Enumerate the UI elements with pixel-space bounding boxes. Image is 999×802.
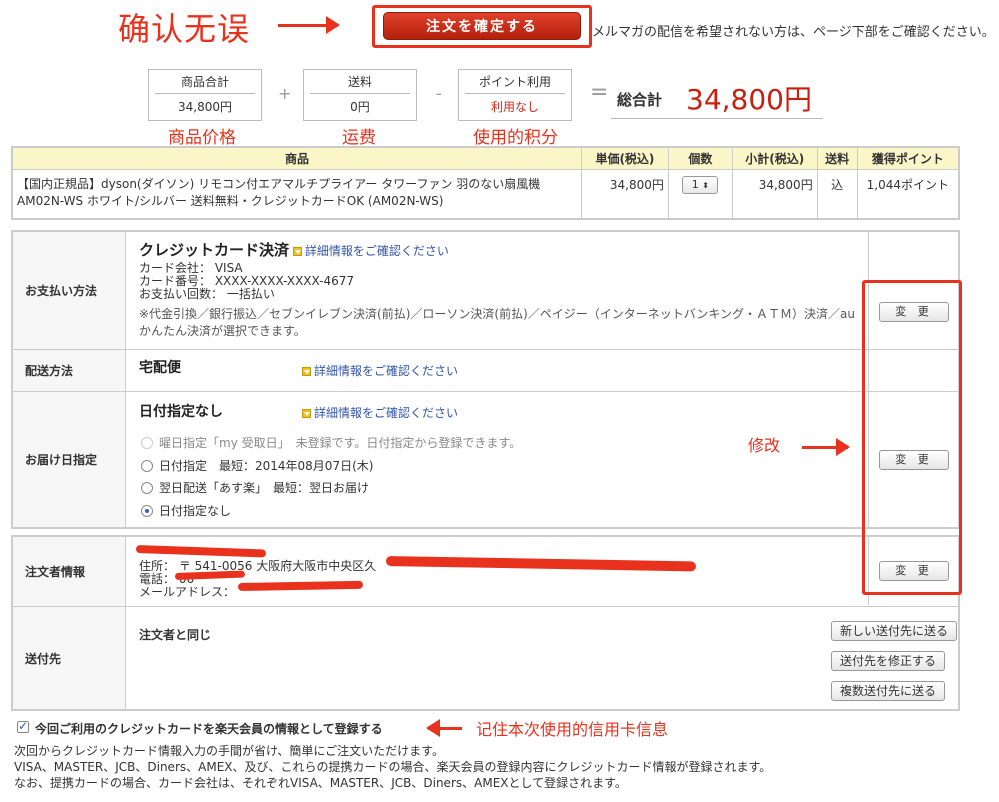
option-none: 日付指定なし xyxy=(141,500,521,523)
radio-next-day[interactable] xyxy=(141,482,153,494)
product-subtotal: 34,800円 xyxy=(731,168,818,220)
delivery-row: 配送方法 宅配便 詳細情報をご確認ください xyxy=(13,350,958,392)
register-card-desc-1: 次回からクレジットカード情報入力の手間が省け、簡単にご注文いただけます。 xyxy=(14,744,444,758)
ship-to-row: 送付先 注文者と同じ 新しい送付先に送る 送付先を修正する 複数送付先に送る xyxy=(13,607,958,709)
shipping-label: 送料 xyxy=(310,70,410,94)
goods-total-value: 34,800円 xyxy=(178,100,232,114)
order-settings-panel: お支払い方法 クレジットカード決済 詳細情報をご確認ください カード会社： VI… xyxy=(11,230,960,529)
annotation-modify: 修改 xyxy=(748,436,781,455)
product-shipping: 込 xyxy=(816,168,858,220)
arrow-right-icon xyxy=(278,16,340,34)
arrow-right-icon xyxy=(802,438,850,456)
col-header-unit-price: 単価(税込) xyxy=(580,146,669,170)
newsletter-note: メルマガの配信を希望されない方は、ページ下部をご確認ください。 xyxy=(592,25,995,40)
payment-title: クレジットカード決済 xyxy=(139,241,290,259)
delivery-label: 配送方法 xyxy=(13,350,126,391)
payment-detail-link-text: 詳細情報をご確認ください xyxy=(304,244,449,258)
delivery-date-options: 曜日指定「my 受取日」 未登録です。日付指定から登録できます。 日付指定 最短… xyxy=(141,432,521,522)
triangle-down-icon xyxy=(292,247,302,256)
installments: お支払い回数： 一括払い xyxy=(139,287,275,301)
product-unit-price: 34,800円 xyxy=(580,168,669,220)
edit-address-button[interactable]: 送付先を修正する xyxy=(831,651,946,671)
shipping-value: 0円 xyxy=(350,100,370,114)
ship-to-label: 送付先 xyxy=(13,607,126,709)
radio-none[interactable] xyxy=(141,504,153,517)
triangle-down-icon xyxy=(302,409,311,418)
option-next-day-text: 翌日配送「あす楽」 最短：翌日お届け xyxy=(159,481,370,495)
triangle-down-icon xyxy=(302,367,311,376)
points-value: 利用なし xyxy=(490,100,539,114)
ship-to-value: 注文者と同じ xyxy=(139,628,212,642)
register-card-checkbox[interactable] xyxy=(17,719,29,733)
col-header-quantity: 個数 xyxy=(667,146,733,170)
payment-label: お支払い方法 xyxy=(13,232,126,349)
register-card-desc-2: VISA、MASTER、JCB、Diners、AMEX、及び、これらの提携カード… xyxy=(14,760,772,774)
payment-note: ※代金引換／銀行振込／セブンイレブン決済(前払)／ローソン決済(前払)／ペイジー… xyxy=(139,307,855,338)
delivery-date-title: 日付指定なし xyxy=(139,404,223,420)
equals-sign: = xyxy=(590,80,609,105)
delivery-detail-link[interactable]: 詳細情報をご確認ください xyxy=(302,362,458,379)
points-box: ポイント利用 利用なし xyxy=(458,69,572,121)
option-weekday: 曜日指定「my 受取日」 未登録です。日付指定から登録できます。 xyxy=(141,432,521,455)
col-header-subtotal: 小計(税込) xyxy=(731,146,818,170)
new-address-button[interactable]: 新しい送付先に送る xyxy=(831,621,958,641)
multiple-address-button[interactable]: 複数送付先に送る xyxy=(831,681,946,701)
annotation-points: 使用的积分 xyxy=(473,128,558,148)
plus-sign: + xyxy=(278,84,292,103)
product-name: 【国内正規品】dyson(ダイソン) リモコン付エアマルチプライアー タワーファ… xyxy=(11,168,582,220)
delivery-date-detail-link[interactable]: 詳細情報をご確認ください xyxy=(302,404,458,421)
grand-total-label: 総合計 xyxy=(617,91,663,109)
col-header-shipping: 送料 xyxy=(816,146,858,170)
quantity-cell: 1 ⬍ xyxy=(667,168,733,220)
annotation-confirm: 确认无误 xyxy=(118,10,251,48)
delivery-date-label: お届け日指定 xyxy=(13,392,126,527)
product-table: 商品 単価(税込) 個数 小計(税込) 送料 獲得ポイント 【国内正規品】dys… xyxy=(11,146,960,220)
orderer-label: 注文者情報 xyxy=(13,537,126,606)
goods-total-box: 商品合計 34,800円 xyxy=(148,69,262,121)
delivery-date-detail-link-text: 詳細情報をご確認ください xyxy=(314,406,459,420)
chevron-updown-icon: ⬍ xyxy=(702,180,709,190)
payment-row: お支払い方法 クレジットカード決済 詳細情報をご確認ください カード会社： VI… xyxy=(13,232,958,350)
radio-date[interactable] xyxy=(141,459,153,472)
radio-weekday[interactable] xyxy=(141,437,153,449)
option-date-text: 日付指定 最短：2014年08月07日(木) xyxy=(159,458,374,473)
table-row: 【国内正規品】dyson(ダイソン) リモコン付エアマルチプライアー タワーファ… xyxy=(11,168,960,220)
minus-sign: - xyxy=(436,84,442,103)
option-next-day: 翌日配送「あす楽」 最短：翌日お届け xyxy=(141,477,521,500)
quantity-select[interactable]: 1 ⬍ xyxy=(682,175,719,194)
annotation-shipping: 运费 xyxy=(342,128,376,148)
payment-detail-link[interactable]: 詳細情報をご確認ください xyxy=(292,244,449,258)
option-date: 日付指定 最短：2014年08月07日(木) xyxy=(141,455,521,478)
delivery-date-row: お届け日指定 日付指定なし 詳細情報をご確認ください 曜日指定「my 受取日」 … xyxy=(13,392,958,527)
grand-total-value: 34,800円 xyxy=(686,83,812,116)
annotation-remember-card: 记住本次使用的信用卡信息 xyxy=(476,720,669,739)
quantity-value: 1 xyxy=(691,177,699,191)
product-table-header: 商品 単価(税込) 個数 小計(税込) 送料 獲得ポイント xyxy=(11,146,960,170)
confirm-order-button[interactable]: 注文を確定する xyxy=(383,12,581,40)
register-card-desc: 次回からクレジットカード情報入力の手間が省け、簡単にご注文いただけます。 VIS… xyxy=(14,743,771,791)
delivery-title: 宅配便 xyxy=(139,360,181,376)
shipping-total-box: 送料 0円 xyxy=(303,69,417,121)
register-card-desc-3: なお、提携カードの場合、カード会社は、それぞれVISA、MASTER、JCB、D… xyxy=(14,776,627,790)
goods-total-label: 商品合計 xyxy=(155,70,255,94)
payment-content: クレジットカード決済 詳細情報をご確認ください カード会社： VISA カード番… xyxy=(139,241,859,340)
option-weekday-text: 曜日指定「my 受取日」 未登録です。日付指定から登録できます。 xyxy=(159,436,522,450)
col-header-product: 商品 xyxy=(11,146,582,170)
grand-total-underline xyxy=(611,118,823,119)
product-points: 1,044ポイント xyxy=(856,168,960,220)
annotation-goods-price: 商品价格 xyxy=(168,128,236,148)
points-label: ポイント利用 xyxy=(465,70,565,94)
highlight-box-change-buttons xyxy=(862,280,962,595)
arrow-left-icon xyxy=(426,719,462,737)
option-none-text: 日付指定なし xyxy=(159,503,232,518)
col-header-points: 獲得ポイント xyxy=(856,146,960,170)
delivery-detail-link-text: 詳細情報をご確認ください xyxy=(314,364,459,378)
register-card-label: 今回ご利用のクレジットカードを楽天会員の情報として登録する xyxy=(35,722,383,736)
